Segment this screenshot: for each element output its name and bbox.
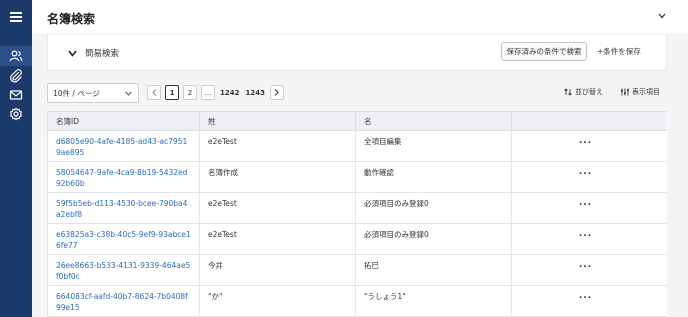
side-nav-rail <box>0 0 32 317</box>
sort-icon <box>564 88 572 96</box>
cell-sei: "か" <box>199 285 356 317</box>
row-actions-button[interactable]: ... <box>511 254 667 286</box>
record-id-link[interactable]: d6805e90-4afe-4185-ad43-ac79519ae895 <box>56 136 191 158</box>
cell-mei: 動作確認 <box>355 161 512 193</box>
cell-sei: e2eTest <box>199 223 356 255</box>
per-page-value: 10件 / ページ <box>53 88 100 98</box>
table-row: e63825a3-c38b-40c5-9ef9-93abce16fe77 e2e… <box>47 223 667 255</box>
record-id-link[interactable]: e63825a3-c38b-40c5-9ef9-93abce16fe77 <box>56 229 191 251</box>
cell-sei: 今井 <box>199 254 356 286</box>
page-button-1243[interactable]: 1243 <box>244 85 265 100</box>
cell-sei: 名簿作成 <box>199 161 356 193</box>
search-saved-conditions-button[interactable]: 保存済みの条件で検索 <box>501 42 587 61</box>
users-icon[interactable] <box>9 49 23 63</box>
row-actions-button[interactable]: ... <box>511 130 667 162</box>
chevron-left-icon <box>151 89 156 96</box>
table-row: 58054647-9afe-4ca9-8b19-5432ed92b60b 名簿作… <box>47 161 667 193</box>
table-row: 26ee8663-b533-4131-9339-464ae5f0bf0c 今井 … <box>47 254 667 286</box>
table-row: 664083cf-aafd-40b7-8624-7b0408f99e15 "か"… <box>47 285 667 317</box>
main-content: 簡易検索 保存済みの条件で検索 +条件を保存 10件 / ページ 1 2 ...… <box>32 35 688 317</box>
cell-mei: "うしょう1" <box>355 285 512 317</box>
save-conditions-button[interactable]: +条件を保存 <box>597 42 641 61</box>
simple-search-toggle[interactable]: 簡易検索 <box>68 46 119 60</box>
paperclip-icon[interactable] <box>9 69 23 83</box>
pagination: 1 2 ... 1242 1243 <box>147 85 284 101</box>
row-actions-button[interactable]: ... <box>511 285 667 317</box>
cell-sei: e2eTest <box>199 130 356 162</box>
column-header-actions <box>511 111 667 131</box>
next-page-button[interactable] <box>269 85 284 100</box>
record-id-link[interactable]: 59f5b5eb-d113-4530-bcee-790ba4a2ebf8 <box>56 198 191 220</box>
cell-mei: 全項目編集 <box>355 130 512 162</box>
search-panel: 簡易検索 保存済みの条件で検索 +条件を保存 <box>47 35 667 71</box>
display-columns-label: 表示項目 <box>632 88 660 96</box>
mail-icon[interactable] <box>9 88 23 102</box>
row-actions-button[interactable]: ... <box>511 161 667 193</box>
sort-button[interactable]: 並び替え <box>564 87 603 97</box>
chevron-down-icon[interactable] <box>658 13 666 19</box>
page-title: 名簿検索 <box>47 12 96 26</box>
sort-label: 並び替え <box>575 88 603 96</box>
row-actions-button[interactable]: ... <box>511 192 667 224</box>
per-page-select[interactable]: 10件 / ページ <box>47 83 139 103</box>
table-row: 59f5b5eb-d113-4530-bcee-790ba4a2ebf8 e2e… <box>47 192 667 224</box>
prev-page-button[interactable] <box>147 85 161 100</box>
page-button-1242[interactable]: 1242 <box>219 85 240 100</box>
simple-search-label: 簡易検索 <box>85 49 120 59</box>
table-header-row: 名簿ID 姓 名 <box>47 111 667 131</box>
page-header: 名簿検索 <box>32 0 688 35</box>
results-table: 名簿ID 姓 名 d6805e90-4afe-4185-ad43-ac79519… <box>47 111 667 317</box>
list-toolbar: 10件 / ページ 1 2 ... 1242 1243 並び替え 表示項目 <box>47 83 667 105</box>
chevron-right-icon <box>275 89 280 96</box>
page-button-1[interactable]: 1 <box>165 85 179 100</box>
columns-settings-icon <box>621 88 629 96</box>
column-header-id[interactable]: 名簿ID <box>47 111 200 131</box>
record-id-link[interactable]: 26ee8663-b533-4131-9339-464ae5f0bf0c <box>56 260 191 282</box>
gear-icon[interactable] <box>9 107 23 121</box>
record-id-link[interactable]: 58054647-9afe-4ca9-8b19-5432ed92b60b <box>56 167 191 189</box>
chevron-down-icon <box>68 50 77 57</box>
page-button-2[interactable]: 2 <box>183 85 197 100</box>
menu-icon[interactable] <box>10 12 22 22</box>
display-columns-button[interactable]: 表示項目 <box>621 87 660 97</box>
table-row: d6805e90-4afe-4185-ad43-ac79519ae895 e2e… <box>47 130 667 162</box>
cell-sei: e2eTest <box>199 192 356 224</box>
column-header-mei[interactable]: 名 <box>355 111 512 131</box>
cell-mei: 必須項目のみ登録0 <box>355 223 512 255</box>
column-header-sei[interactable]: 姓 <box>199 111 356 131</box>
cell-mei: 必須項目のみ登録0 <box>355 192 512 224</box>
chevron-down-icon <box>125 91 132 96</box>
row-actions-button[interactable]: ... <box>511 223 667 255</box>
cell-mei: 拓巳 <box>355 254 512 286</box>
record-id-link[interactable]: 664083cf-aafd-40b7-8624-7b0408f99e15 <box>56 291 191 313</box>
page-ellipsis-button[interactable]: ... <box>201 85 215 100</box>
